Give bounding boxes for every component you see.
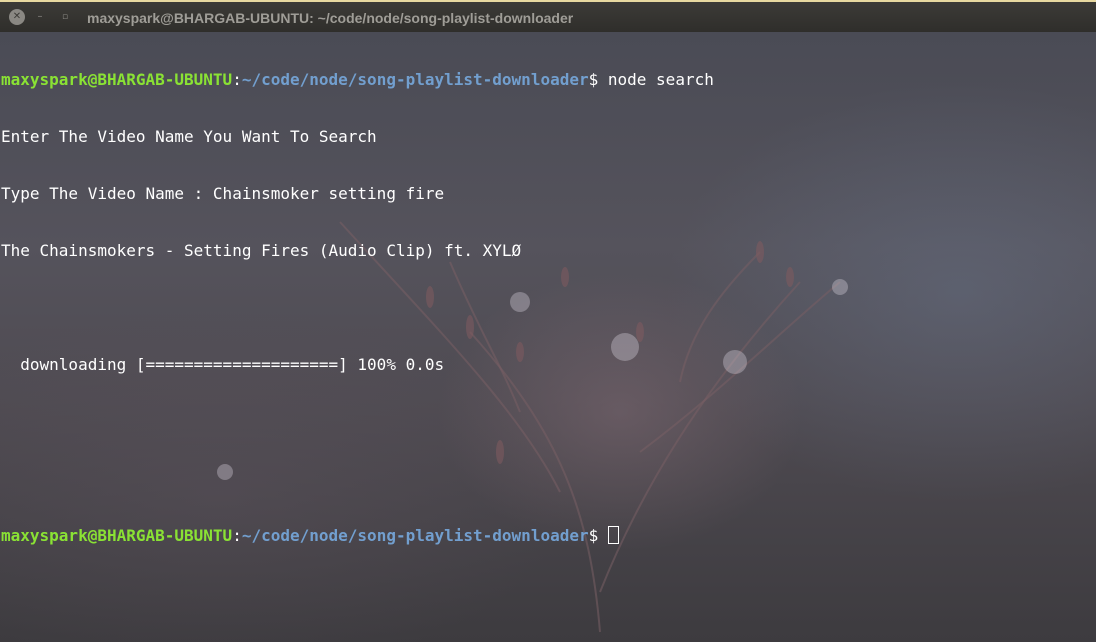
text-cursor [607,526,619,544]
terminal-window: ✕ – ▫ maxyspark@BHARGAB-UBUNTU: ~/code/n… [0,0,1096,642]
title-bar[interactable]: ✕ – ▫ maxyspark@BHARGAB-UBUNTU: ~/code/n… [0,0,1096,32]
terminal-output: maxyspark@BHARGAB-UBUNTU:~/code/node/son… [1,32,714,583]
prompt-path: ~/code/node/song-playlist-downloader [241,526,589,545]
window-title: maxyspark@BHARGAB-UBUNTU: ~/code/node/so… [87,10,574,26]
maximize-icon[interactable]: ▫ [57,9,73,25]
prompt-path: ~/code/node/song-playlist-downloader [241,70,589,89]
prompt-user-host: maxyspark@BHARGAB-UBUNTU [1,526,233,545]
download-progress-line: downloading [====================] 100% … [1,355,445,374]
prompt-colon: : [232,70,242,89]
command-line: maxyspark@BHARGAB-UBUNTU:~/code/node/son… [1,70,714,89]
prompt-user-host: maxyspark@BHARGAB-UBUNTU [1,70,233,89]
command-text: node search [598,70,714,89]
minimize-icon[interactable]: – [32,9,48,25]
close-icon[interactable]: ✕ [9,9,25,25]
input-text[interactable] [598,526,608,545]
prompt-colon: : [232,526,242,545]
output-line: Type The Video Name : Chainsmoker settin… [1,184,445,203]
output-line: The Chainsmokers - Setting Fires (Audio … [1,241,522,260]
output-line: Enter The Video Name You Want To Search [1,127,377,146]
prompt-symbol: $ [588,70,599,89]
prompt-symbol: $ [588,526,599,545]
terminal-area[interactable]: maxyspark@BHARGAB-UBUNTU:~/code/node/son… [0,32,1096,642]
active-prompt-line[interactable]: maxyspark@BHARGAB-UBUNTU:~/code/node/son… [1,526,714,545]
